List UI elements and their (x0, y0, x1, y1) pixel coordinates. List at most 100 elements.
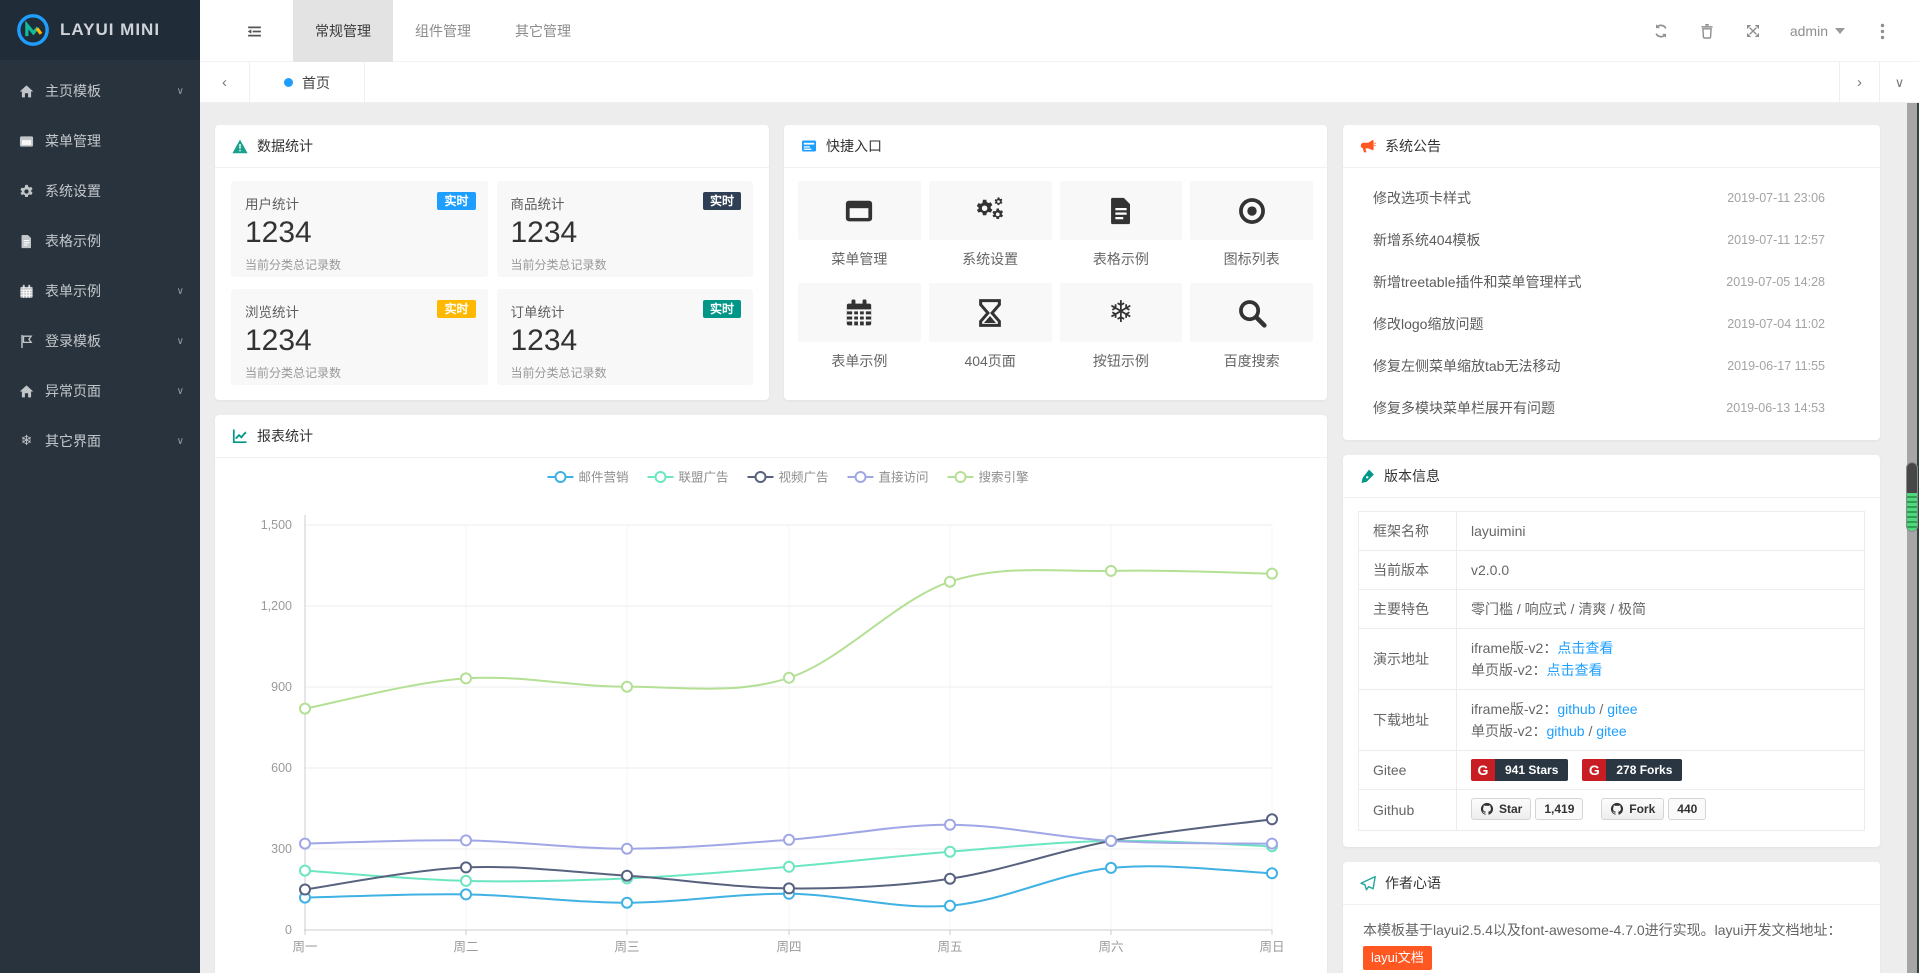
tab-dropdown-button[interactable]: ∨ (1879, 62, 1919, 103)
row-label: 当前版本 (1359, 551, 1457, 590)
main-features: 零门槛 / 响应式 / 清爽 / 极简 (1457, 590, 1865, 629)
announcement-text: 修复左侧菜单缩放tab无法移动 (1373, 356, 1715, 376)
stat-box-orders: 订单统计 实时 1234 当前分类总记录数 (497, 289, 754, 385)
sidebar-item-label: 异常页面 (45, 381, 101, 401)
sidebar-item-login-templates[interactable]: 登录模板 ∨ (0, 316, 200, 366)
card-title: 版本信息 (1384, 466, 1440, 486)
snowflake-icon: ❄ (18, 434, 35, 448)
search-icon (1190, 283, 1313, 342)
announcement-date: 2019-07-11 12:57 (1727, 233, 1825, 247)
stat-badge-2: 实时 (437, 300, 475, 318)
kebab-menu-icon[interactable] (1859, 0, 1905, 62)
tab-scroll-left-button[interactable]: ‹ (200, 62, 250, 103)
current-version: v2.0.0 (1457, 551, 1865, 590)
layuimini-dashboard: LAYUI MINI 主页模板 ∨ 菜单管理 系统设置 表格示例 表 (0, 0, 1919, 973)
snowflake-icon: ❄ (1060, 283, 1183, 342)
logo[interactable]: LAYUI MINI (0, 0, 200, 60)
svg-text:邮件营销: 邮件营销 (579, 471, 629, 485)
gitee-icon: G (1471, 759, 1495, 781)
sidebar-item-label: 主页模板 (45, 81, 101, 101)
header-tab-general[interactable]: 常规管理 (293, 0, 393, 62)
announcement-row: 新增treetable插件和菜单管理样式 2019-07-05 14:28 (1343, 261, 1880, 303)
download-github-link[interactable]: github (1557, 701, 1595, 717)
download-gitee-link[interactable]: gitee (1596, 723, 1626, 739)
gitee-forks-badge[interactable]: G 278 Forks (1582, 759, 1682, 781)
svg-text:600: 600 (271, 761, 292, 775)
stat-badge-0: 实时 (437, 192, 475, 210)
quick-link-baidu-search[interactable]: 百度搜索 (1190, 283, 1313, 371)
user-menu[interactable]: admin (1776, 0, 1859, 62)
sidebar-item-form-examples[interactable]: 表单示例 ∨ (0, 266, 200, 316)
table-row: Gitee G 941 Stars G 278 Forks (1359, 751, 1865, 790)
quick-entry-header: 快捷入口 (784, 125, 1327, 168)
sidebar-item-menu-management[interactable]: 菜单管理 (0, 116, 200, 166)
download-gitee-link[interactable]: gitee (1607, 701, 1637, 717)
quick-link-form-examples[interactable]: 表单示例 (798, 283, 921, 371)
github-fork-count[interactable]: 440 (1668, 798, 1706, 820)
sidebar-menu: 主页模板 ∨ 菜单管理 系统设置 表格示例 表单示例 ∨ (0, 60, 200, 466)
quick-link-404-page[interactable]: 404页面 (929, 283, 1052, 371)
svg-text:周一: 周一 (292, 940, 317, 954)
collapse-menu-button[interactable] (226, 0, 282, 62)
svg-text:300: 300 (271, 842, 292, 856)
warning-triangle-icon (232, 139, 248, 154)
github-star-button[interactable]: Star (1471, 798, 1531, 820)
sidebar-item-error-pages[interactable]: 异常页面 ∨ (0, 366, 200, 416)
version-table: 框架名称 layuimini 当前版本 v2.0.0 主要特色 零门槛 / 响应… (1358, 511, 1865, 831)
clear-cache-trash-icon[interactable] (1684, 0, 1730, 62)
svg-text:视频广告: 视频广告 (779, 470, 829, 485)
logo-mark-icon (16, 13, 50, 47)
sidebar-item-label: 其它界面 (45, 431, 101, 451)
scrollbar-track[interactable] (1907, 103, 1917, 973)
sidebar-item-other-pages[interactable]: ❄ 其它界面 ∨ (0, 416, 200, 466)
header-tab-other[interactable]: 其它管理 (493, 0, 593, 62)
chevron-down-icon: ∨ (177, 86, 184, 97)
announcement-row: 修改选项卡样式 2019-07-11 23:06 (1343, 177, 1880, 219)
github-star-count[interactable]: 1,419 (1535, 798, 1583, 820)
card-title: 数据统计 (257, 136, 313, 156)
quick-link-table-examples[interactable]: 表格示例 (1060, 181, 1183, 269)
stat-badge-3: 实时 (703, 300, 741, 318)
demo-iframe-link[interactable]: 点击查看 (1557, 640, 1613, 656)
layui-doc-badge[interactable]: layui文档 (1363, 946, 1432, 970)
scrollbar-thumb[interactable] (1906, 462, 1918, 532)
svg-text:0: 0 (285, 923, 292, 937)
sidebar-item-home-templates[interactable]: 主页模板 ∨ (0, 66, 200, 116)
active-tab-dot-icon (284, 78, 293, 87)
download-github-link[interactable]: github (1546, 723, 1584, 739)
sidebar-item-table-examples[interactable]: 表格示例 (0, 216, 200, 266)
sidebar-item-label: 表单示例 (45, 281, 101, 301)
row-label: Github (1359, 790, 1457, 831)
chevron-down-icon: ∨ (177, 386, 184, 397)
stat-desc: 当前分类总记录数 (511, 256, 740, 273)
stat-box-users: 用户统计 实时 1234 当前分类总记录数 (231, 181, 488, 277)
chevron-down-icon: ∨ (177, 286, 184, 297)
quick-link-menu-management[interactable]: 菜单管理 (798, 181, 921, 269)
quick-link-icon-list[interactable]: 图标列表 (1190, 181, 1313, 269)
demo-spa-link[interactable]: 点击查看 (1546, 662, 1602, 678)
sidebar-item-system-settings[interactable]: 系统设置 (0, 166, 200, 216)
sidebar-item-label: 登录模板 (45, 331, 101, 351)
refresh-icon[interactable] (1638, 0, 1684, 62)
github-fork-button[interactable]: Fork (1601, 798, 1664, 820)
quick-link-system-settings[interactable]: 系统设置 (929, 181, 1052, 269)
gitee-stars-badge[interactable]: G 941 Stars (1471, 759, 1568, 781)
header-tab-components[interactable]: 组件管理 (393, 0, 493, 62)
announcement-row: 新增系统404模板 2019-07-11 12:57 (1343, 219, 1880, 261)
row-label: 下载地址 (1359, 690, 1457, 751)
svg-text:900: 900 (271, 680, 292, 694)
fullscreen-icon[interactable] (1730, 0, 1776, 62)
hourglass-icon (929, 283, 1052, 342)
tab-scroll-right-button[interactable]: › (1839, 62, 1879, 103)
home-icon (18, 84, 35, 99)
row-label: 演示地址 (1359, 629, 1457, 690)
table-row: 当前版本 v2.0.0 (1359, 551, 1865, 590)
chevron-down-icon: ∨ (177, 336, 184, 347)
sidebar: LAYUI MINI 主页模板 ∨ 菜单管理 系统设置 表格示例 表 (0, 0, 200, 973)
gear-icon (18, 184, 35, 199)
quick-link-button-examples[interactable]: ❄ 按钮示例 (1060, 283, 1183, 371)
quick-label: 表格示例 (1060, 249, 1183, 269)
sidebar-item-label: 表格示例 (45, 231, 101, 251)
announcement-text: 修复多模块菜单栏展开有问题 (1373, 398, 1714, 418)
tab-home[interactable]: 首页 (250, 62, 365, 103)
